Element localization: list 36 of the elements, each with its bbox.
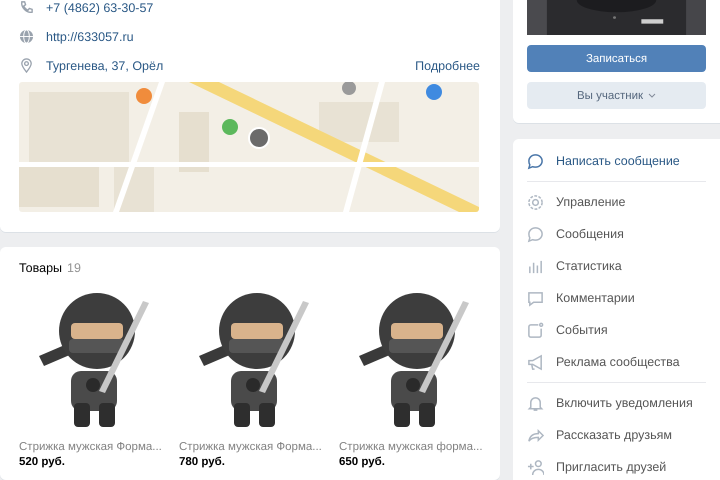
chat-bubble-icon — [527, 226, 544, 242]
share-arrow-icon — [527, 426, 544, 444]
phone-number: +7 (4862) 63-30-57 — [46, 0, 154, 14]
location-pin-icon — [19, 58, 34, 73]
megaphone-icon — [527, 354, 544, 370]
menu-item[interactable]: Управление — [527, 186, 706, 218]
calendar-icon — [527, 322, 544, 338]
chat-bubble-icon — [527, 152, 544, 170]
menu-item[interactable]: События — [527, 314, 706, 346]
item-count: 19 — [67, 261, 81, 275]
menu-item[interactable]: Статистика — [527, 250, 706, 282]
globe-icon — [19, 29, 34, 44]
product-title[interactable]: Стрижка мужская Форма... — [179, 441, 329, 453]
menu-item[interactable]: Написать сообщение — [527, 145, 706, 177]
website-link[interactable]: http://633057.ru — [46, 30, 134, 44]
more-link[interactable]: Подробнее — [415, 58, 480, 72]
member-dropdown[interactable]: Вы участник — [527, 82, 706, 109]
menu-item[interactable]: Сообщения — [527, 218, 706, 250]
menu-item[interactable]: Реклама сообщества — [527, 346, 706, 378]
menu-item[interactable]: Комментарии — [527, 282, 706, 314]
address-text: Тургенева, 37, Орёл — [46, 58, 164, 72]
join-button[interactable]: Записаться — [527, 45, 706, 72]
add-person-icon — [527, 458, 544, 476]
product-title[interactable]: Стрижка мужская форма... — [339, 441, 489, 453]
product-price: 520 руб. — [19, 456, 66, 468]
menu-item[interactable]: Пригласить друзей — [527, 451, 706, 480]
product-title[interactable]: Стрижка мужская Форма... — [19, 441, 169, 453]
menu-item[interactable]: Включить уведомления — [527, 387, 706, 419]
comment-icon — [527, 290, 544, 306]
menu-item[interactable]: Рассказать друзьям — [527, 419, 706, 451]
gear-icon — [527, 194, 544, 210]
phone-icon — [19, 0, 34, 15]
product-price: 780 руб. — [179, 456, 226, 468]
product-price: 650 руб. — [339, 456, 386, 468]
bell-icon — [527, 394, 544, 412]
section-title[interactable]: Товары — [19, 261, 62, 275]
